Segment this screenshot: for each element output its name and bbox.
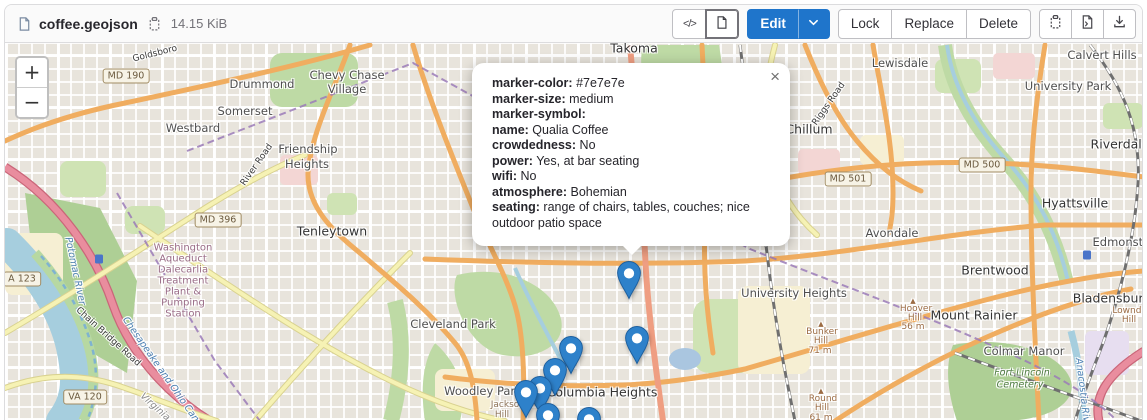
zoom-control: + − [15,56,49,119]
file-actions-group: Lock Replace Delete [838,9,1031,39]
map-marker[interactable] [617,261,641,300]
feature-property: atmosphere: Bohemian [492,185,770,201]
replace-button[interactable]: Replace [891,9,967,39]
map-marker[interactable] [625,326,649,365]
map-marker[interactable] [536,403,560,420]
feature-property: name: Qualia Coffee [492,123,770,139]
map[interactable]: TakomaGoldsboroChevy ChaseVillageDrummon… [5,43,1142,420]
edit-button[interactable]: Edit [747,9,799,39]
feature-properties: marker-color: #7e7e7emarker-size: medium… [492,76,770,231]
feature-property: wifi: No [492,169,770,185]
popup-close-button[interactable]: × [766,65,784,89]
file-header: coffee.geojson 14.15 KiB </> Edit [5,5,1142,43]
chevron-down-icon [808,16,819,31]
map-popup: × marker-color: #7e7e7emarker-size: medi… [472,63,790,246]
feature-property: marker-color: #7e7e7e [492,76,770,92]
file-code-icon [1080,14,1095,33]
download-button[interactable] [1103,9,1136,39]
zoom-in-button[interactable]: + [17,58,47,88]
copy-contents-button[interactable] [1039,9,1072,39]
edit-dropdown-toggle[interactable] [798,9,830,39]
feature-property: power: Yes, at bar seating [492,154,770,170]
document-icon [715,15,729,33]
feature-property: crowdedness: No [492,138,770,154]
file-utility-group [1039,9,1136,39]
open-raw-button[interactable] [1071,9,1104,39]
file-name: coffee.geojson [39,16,138,32]
zoom-out-button[interactable]: − [17,88,47,117]
feature-property: marker-symbol: [492,107,770,123]
file-size: 14.15 KiB [171,16,227,31]
lock-button[interactable]: Lock [838,9,893,39]
map-marker[interactable] [514,380,538,419]
edit-split-button: Edit [747,9,830,39]
map-marker[interactable] [577,407,601,420]
clipboard-icon [1048,14,1063,33]
geojson-file-viewer: coffee.geojson 14.15 KiB </> Edit [4,4,1143,420]
feature-property: marker-size: medium [492,92,770,108]
file-icon [17,16,32,32]
feature-property: seating: range of chairs, tables, couche… [492,200,770,231]
download-icon [1112,14,1127,33]
popup-tail [622,245,642,255]
view-toggle-group: </> [672,9,739,39]
delete-button[interactable]: Delete [966,9,1031,39]
display-source-button[interactable]: </> [672,9,706,39]
copy-file-path-button[interactable] [145,14,164,34]
display-rendered-button[interactable] [705,9,739,39]
code-icon: </> [683,18,696,30]
